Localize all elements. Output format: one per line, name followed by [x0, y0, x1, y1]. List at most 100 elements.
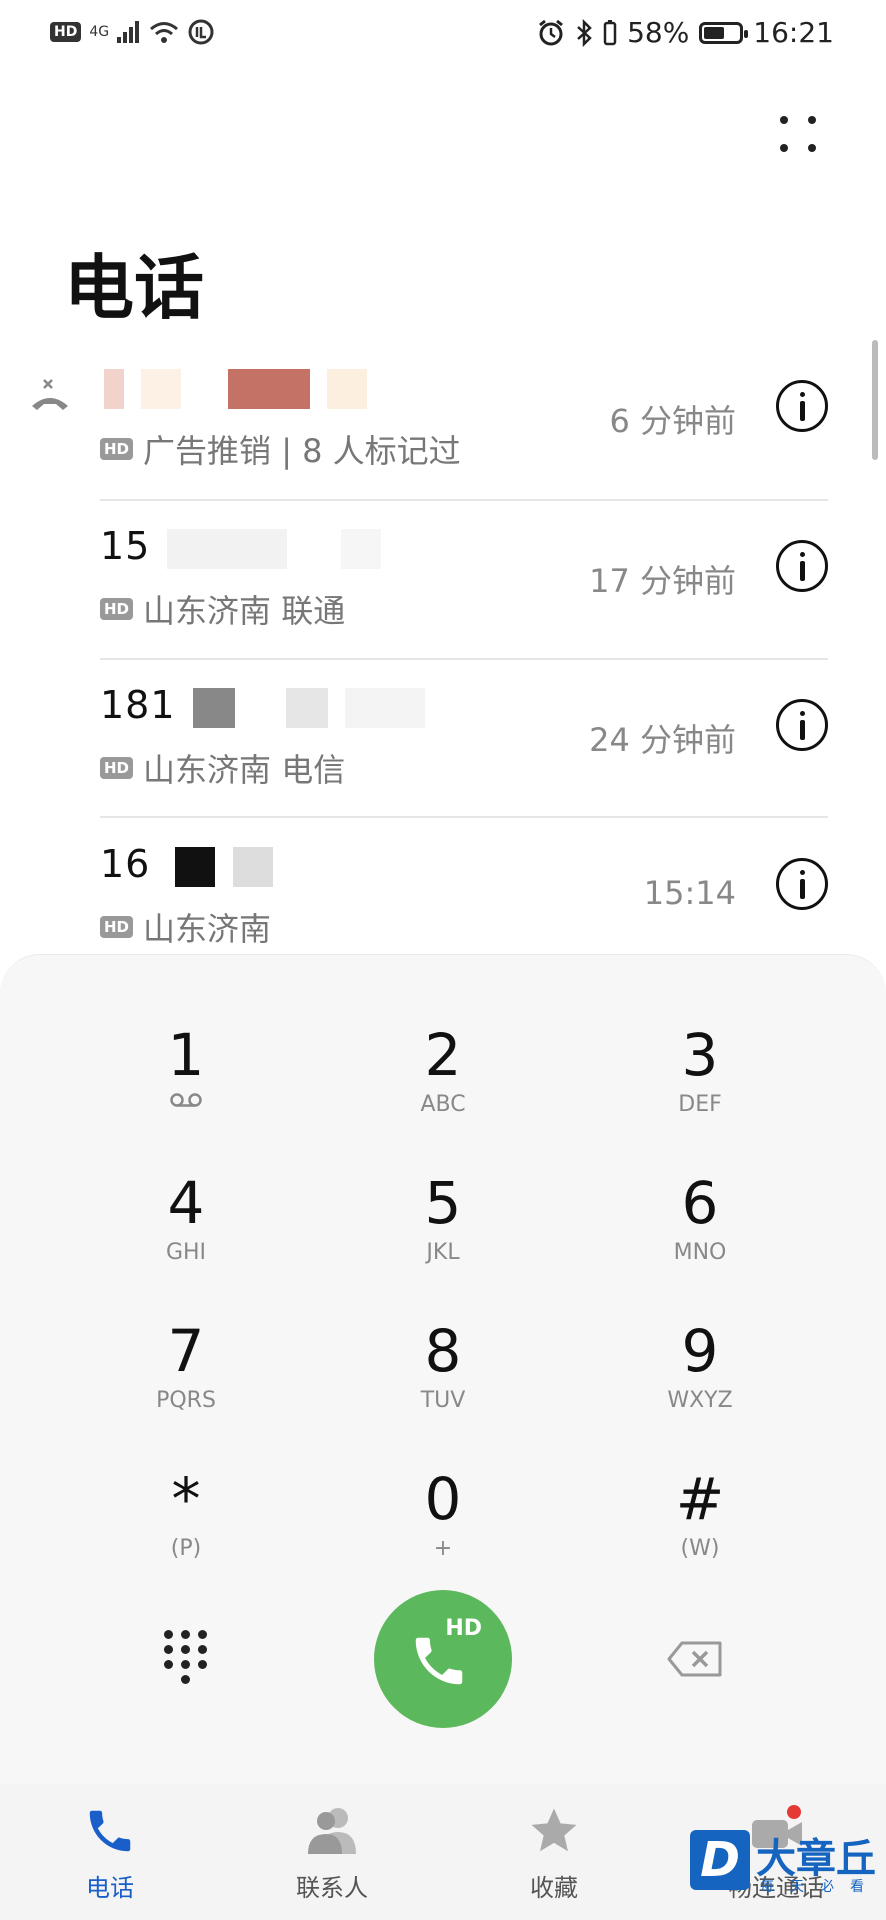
missed-call-icon	[32, 379, 68, 410]
key-letters: +	[433, 1536, 453, 1561]
watermark-logo: D 大章丘 每天必看	[690, 1830, 876, 1895]
dial-key-0[interactable]: 0 +	[343, 1466, 543, 1596]
more-options-button[interactable]	[774, 110, 826, 162]
key-letters: GHI	[165, 1240, 207, 1265]
status-bar: HD 4G 58% 16:21	[0, 0, 886, 70]
dial-key-hash[interactable]: # (W)	[600, 1466, 800, 1596]
key-digit: 9	[681, 1317, 719, 1385]
call-subtitle: 山东济南 电信	[143, 751, 346, 789]
call-number-row: 15	[100, 524, 381, 569]
call-time: 15:14	[643, 874, 736, 912]
call-number: 181	[100, 683, 176, 727]
hd-voice-icon: HD	[50, 22, 82, 42]
call-subtitle-row: HD 山东济南	[100, 904, 271, 950]
more-dot	[780, 116, 788, 124]
grid-dot	[181, 1675, 190, 1684]
backspace-icon[interactable]	[666, 1640, 724, 1678]
info-icon[interactable]	[776, 380, 828, 432]
data-saver-icon	[188, 19, 214, 45]
star-icon	[531, 1808, 577, 1852]
battery-small-icon	[603, 19, 617, 45]
call-log-row[interactable]: HD 广告推销 | 8 人标记过 6 分钟前	[100, 340, 828, 498]
call-subtitle: 山东济南 联通	[143, 592, 346, 630]
watermark-subtitle: 每天必看	[760, 1879, 880, 1895]
key-letters: MNO	[673, 1240, 727, 1265]
dial-key-7[interactable]: 7 PQRS	[86, 1318, 286, 1448]
call-subtitle-row: HD 山东济南 联通	[100, 586, 345, 632]
dial-key-8[interactable]: 8 TUV	[343, 1318, 543, 1448]
call-time: 6 分钟前	[609, 402, 736, 440]
call-number-row: 16	[100, 842, 273, 887]
redacted-block	[228, 368, 311, 409]
call-subtitle: 山东济南	[143, 910, 272, 948]
redacted-block	[344, 687, 425, 728]
call-log-row[interactable]: 15 HD 山东济南 联通 17 分钟前	[100, 500, 828, 658]
call-number-row	[100, 364, 368, 409]
call-subtitle-row: HD 山东济南 电信	[100, 745, 345, 791]
call-log-row[interactable]: 181 HD 山东济南 电信 24 分钟前	[100, 659, 828, 817]
more-dot	[780, 144, 788, 152]
key-digit: 8	[424, 1317, 462, 1385]
info-icon[interactable]	[776, 699, 828, 751]
key-digit: 6	[681, 1169, 719, 1237]
network-type: 4G	[89, 24, 110, 40]
call-log-row[interactable]: 16 HD 山东济南 15:14	[100, 818, 828, 976]
dial-key-1[interactable]: 1	[86, 1022, 286, 1152]
clock: 16:21	[753, 16, 834, 49]
bluetooth-icon	[577, 18, 592, 47]
tab-label: 电话	[86, 1874, 134, 1902]
grid-dot	[181, 1660, 190, 1669]
call-subtitle-row: HD 广告推销 | 8 人标记过	[100, 426, 461, 472]
key-letters: (W)	[680, 1536, 720, 1561]
grid-dot	[164, 1630, 173, 1639]
key-letters: PQRS	[156, 1388, 216, 1413]
key-digit: 5	[424, 1169, 462, 1237]
dial-key-2[interactable]: 2 ABC	[343, 1022, 543, 1152]
dial-key-4[interactable]: 4 GHI	[86, 1170, 286, 1300]
dialpad-toggle-button[interactable]	[162, 1628, 210, 1688]
alarm-icon	[539, 19, 563, 45]
info-icon[interactable]	[776, 540, 828, 592]
key-digit: 3	[681, 1021, 719, 1089]
key-letters: DEF	[678, 1092, 722, 1117]
phone-icon	[89, 1810, 131, 1852]
dial-key-9[interactable]: 9 WXYZ	[600, 1318, 800, 1448]
hd-call-icon: HD	[100, 438, 134, 460]
call-button[interactable]: HD	[374, 1590, 512, 1728]
key-letters: TUV	[420, 1388, 466, 1413]
key-letters: ABC	[420, 1092, 466, 1117]
hd-badge: HD	[445, 1616, 482, 1641]
scrollbar[interactable]	[872, 340, 878, 460]
redacted-block	[327, 368, 368, 409]
voicemail-icon	[170, 1093, 202, 1107]
grid-dot	[198, 1660, 207, 1669]
key-letters: (P)	[170, 1536, 202, 1561]
grid-dot	[198, 1630, 207, 1639]
dial-key-6[interactable]: 6 MNO	[600, 1170, 800, 1300]
tab-favorites[interactable]: 收藏	[464, 1804, 644, 1903]
call-number: 16	[100, 842, 151, 886]
dial-key-star[interactable]: * (P)	[86, 1466, 286, 1596]
key-digit: 7	[167, 1317, 205, 1385]
dial-key-5[interactable]: 5 JKL	[343, 1170, 543, 1300]
tab-phone[interactable]: 电话	[20, 1804, 200, 1903]
key-digit: 1	[167, 1021, 205, 1089]
redacted-block	[192, 687, 235, 728]
grid-dot	[198, 1645, 207, 1654]
call-subtitle: 广告推销 | 8 人标记过	[143, 432, 461, 470]
signal-icon	[117, 21, 140, 43]
tab-label: 收藏	[530, 1874, 578, 1902]
dial-key-3[interactable]: 3 DEF	[600, 1022, 800, 1152]
more-dot	[808, 116, 816, 124]
wifi-icon	[150, 22, 179, 43]
tab-label: 联系人	[296, 1874, 368, 1902]
key-digit: 0	[424, 1465, 462, 1533]
info-icon[interactable]	[776, 858, 828, 910]
call-time: 24 分钟前	[589, 721, 736, 759]
battery-fill	[704, 26, 725, 39]
key-letters: WXYZ	[667, 1388, 733, 1413]
more-dot	[808, 144, 816, 152]
tab-contacts[interactable]: 联系人	[242, 1804, 422, 1903]
redacted-block	[104, 368, 124, 409]
grid-dot	[164, 1660, 173, 1669]
